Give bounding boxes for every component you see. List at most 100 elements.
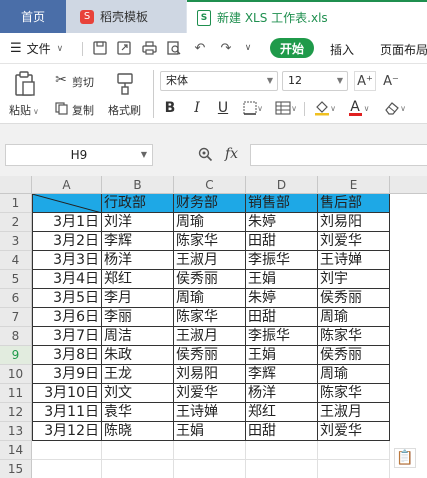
column-header-overflow[interactable]: [390, 176, 427, 194]
cell-b13[interactable]: 陈晓: [102, 422, 174, 441]
clear-format-button[interactable]: ∨: [380, 98, 410, 118]
column-header-e[interactable]: E: [318, 176, 390, 194]
redo-icon[interactable]: ↷: [218, 40, 234, 56]
row-header-9[interactable]: 9: [0, 346, 32, 365]
row-header-14[interactable]: 14: [0, 441, 32, 460]
copy-button[interactable]: 复制: [72, 102, 94, 118]
cell-c12[interactable]: 王诗婵: [174, 403, 246, 422]
cell-a7[interactable]: 3月6日: [32, 308, 102, 327]
cell-d2[interactable]: 朱婷: [246, 213, 318, 232]
cell-e11[interactable]: 陈家华: [318, 384, 390, 403]
cell-d3[interactable]: 田甜: [246, 232, 318, 251]
row-header-5[interactable]: 5: [0, 270, 32, 289]
cell-d4[interactable]: 李振华: [246, 251, 318, 270]
cell-a11[interactable]: 3月10日: [32, 384, 102, 403]
borders-button[interactable]: ∨: [242, 98, 264, 118]
row-header-6[interactable]: 6: [0, 289, 32, 308]
cell-e15[interactable]: [318, 460, 390, 478]
fill-color-button[interactable]: ∨: [310, 98, 340, 118]
cell-e13[interactable]: 刘爱华: [318, 422, 390, 441]
cell-d11[interactable]: 杨洋: [246, 384, 318, 403]
paste-button[interactable]: 粘贴 ∨: [9, 102, 39, 118]
cell-c2[interactable]: 周瑜: [174, 213, 246, 232]
cell-a8[interactable]: 3月7日: [32, 327, 102, 346]
cell-a15[interactable]: [32, 460, 102, 478]
cell-d12[interactable]: 郑红: [246, 403, 318, 422]
cell-d5[interactable]: 王娟: [246, 270, 318, 289]
cell-e10[interactable]: 周瑜: [318, 365, 390, 384]
row-header-11[interactable]: 11: [0, 384, 32, 403]
font-name-select[interactable]: 宋体 ▼: [160, 71, 278, 91]
column-header-b[interactable]: B: [102, 176, 174, 194]
cell-a5[interactable]: 3月4日: [32, 270, 102, 289]
scissors-icon[interactable]: ✂: [54, 72, 68, 88]
tab-home[interactable]: 首页: [0, 0, 66, 33]
cell-e14[interactable]: [318, 441, 390, 460]
cell-e6[interactable]: 侯秀丽: [318, 289, 390, 308]
cell-e2[interactable]: 刘易阳: [318, 213, 390, 232]
cell-c5[interactable]: 侯秀丽: [174, 270, 246, 289]
cell-e5[interactable]: 刘宇: [318, 270, 390, 289]
cell-d7[interactable]: 田甜: [246, 308, 318, 327]
tab-daoke-templates[interactable]: S 稻壳模板: [66, 0, 186, 33]
copy-icon[interactable]: [54, 101, 68, 115]
cell-c3[interactable]: 陈家华: [174, 232, 246, 251]
bold-button[interactable]: B: [162, 98, 178, 118]
cell-b2[interactable]: 刘洋: [102, 213, 174, 232]
print-icon[interactable]: [141, 40, 157, 56]
column-header-d[interactable]: D: [246, 176, 318, 194]
cell-b15[interactable]: [102, 460, 174, 478]
cell-c4[interactable]: 王淑月: [174, 251, 246, 270]
row-header-1[interactable]: 1: [0, 194, 32, 213]
cell-b4[interactable]: 杨洋: [102, 251, 174, 270]
cell-a6[interactable]: 3月5日: [32, 289, 102, 308]
cell-b12[interactable]: 袁华: [102, 403, 174, 422]
cut-button[interactable]: 剪切: [72, 74, 94, 90]
undo-icon[interactable]: ↶: [192, 40, 208, 56]
cell-a9[interactable]: 3月8日: [32, 346, 102, 365]
cell-c7[interactable]: 陈家华: [174, 308, 246, 327]
paste-icon[interactable]: [12, 70, 38, 98]
italic-button[interactable]: I: [189, 98, 205, 118]
cell-b6[interactable]: 李月: [102, 289, 174, 308]
paste-options-icon[interactable]: 📋: [394, 448, 416, 468]
cell-c15[interactable]: [174, 460, 246, 478]
zoom-search-icon[interactable]: [198, 147, 213, 166]
cell-c14[interactable]: [174, 441, 246, 460]
cell-d8[interactable]: 李振华: [246, 327, 318, 346]
cell-b7[interactable]: 李丽: [102, 308, 174, 327]
cell-c6[interactable]: 周瑜: [174, 289, 246, 308]
cell-a14[interactable]: [32, 441, 102, 460]
cell-d13[interactable]: 田甜: [246, 422, 318, 441]
cell-c10[interactable]: 刘易阳: [174, 365, 246, 384]
cell-c9[interactable]: 侯秀丽: [174, 346, 246, 365]
font-color-button[interactable]: A ∨: [344, 98, 374, 118]
cell-e1[interactable]: 售后部: [318, 194, 390, 213]
cell-b10[interactable]: 王龙: [102, 365, 174, 384]
menu-insert[interactable]: 插入: [330, 41, 354, 58]
cell-b9[interactable]: 朱政: [102, 346, 174, 365]
save-icon[interactable]: [92, 40, 108, 56]
cell-b11[interactable]: 刘文: [102, 384, 174, 403]
cell-b1[interactable]: 行政部: [102, 194, 174, 213]
row-header-8[interactable]: 8: [0, 327, 32, 346]
cell-d6[interactable]: 朱婷: [246, 289, 318, 308]
row-header-7[interactable]: 7: [0, 308, 32, 327]
name-box[interactable]: H9 ▼: [5, 144, 153, 166]
cell-d10[interactable]: 李辉: [246, 365, 318, 384]
cell-e8[interactable]: 陈家华: [318, 327, 390, 346]
cell-c13[interactable]: 王娟: [174, 422, 246, 441]
cell-b14[interactable]: [102, 441, 174, 460]
cell-e12[interactable]: 王淑月: [318, 403, 390, 422]
row-header-15[interactable]: 15: [0, 460, 32, 478]
print-preview-icon[interactable]: [166, 40, 182, 56]
cell-a12[interactable]: 3月11日: [32, 403, 102, 422]
menu-page-layout[interactable]: 页面布局: [380, 41, 427, 58]
row-header-4[interactable]: 4: [0, 251, 32, 270]
row-header-13[interactable]: 13: [0, 422, 32, 441]
cell-c11[interactable]: 刘爱华: [174, 384, 246, 403]
cell-d14[interactable]: [246, 441, 318, 460]
menu-start[interactable]: 开始: [270, 38, 314, 58]
cell-e9[interactable]: 侯秀丽: [318, 346, 390, 365]
formula-input[interactable]: [250, 144, 427, 166]
